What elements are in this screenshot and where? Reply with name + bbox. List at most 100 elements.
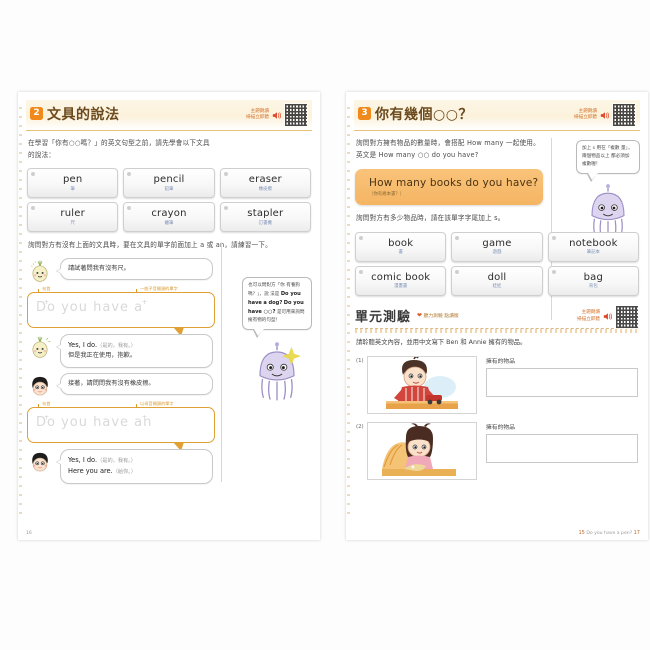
touch-dot-icon [223,206,228,211]
writing-practice-2[interactable]: 句首 以母音開頭的單字 + + Do you have an [27,401,215,451]
section-number-badge: 3 [358,107,371,120]
audio-label: 主題朗讀 掃描立即聽 [574,108,597,120]
left-side-note: 也可以問對方「你 有養狗嗎？」，說 法是 Do you have a dog? … [242,277,312,412]
dialogue-line-gloss: （給你。） [112,469,137,476]
touch-dot-icon [223,172,228,177]
word-card[interactable]: bag 背包 [547,265,639,296]
qr-code-icon[interactable] [612,103,636,127]
word-card-zh: 漫畫書 [394,284,408,290]
word-card[interactable]: pen 筆 [27,168,119,199]
right-section-header: 3 你有幾個○○？ 主題朗讀 掃描立即聽 [354,100,640,131]
qr-code-icon[interactable] [615,304,639,329]
word-card[interactable]: game 遊戲 [451,231,543,262]
unit-test-title: 單元測驗 [355,309,412,325]
onion-character-avatar [27,334,53,360]
word-card-en: pen [62,174,83,186]
dialogue-line: 請試著問我有沒有尺。 [68,264,130,272]
book-spread: 2 文具的說法 主題朗讀 掃描立即聽 在學習「你有○○嗎？」的英文句型之前，請先… [0,0,650,650]
left-section-header: 2 文具的說法 主題朗讀 掃描立即聽 [26,100,312,131]
word-card-en: notebook [569,237,618,249]
word-card[interactable]: notebook 筆記本 [547,231,639,262]
example-sentence-zh: （你有幾本書？） [369,192,405,198]
practice-tag-left: 句首 [37,400,51,408]
note-line-3: 法是 [270,292,280,298]
note-line-1: 也可以問對方「你 [248,283,285,288]
question-answer-area: 擁有的物品 [486,422,638,464]
speaker-icon[interactable] [602,311,613,322]
word-card-zh: 橡皮擦 [258,186,272,192]
touch-dot-icon [127,206,132,211]
unit-test-divider [355,328,639,333]
left-page-margin-ticks [19,102,22,515]
practice-tag-left: 句首 [37,285,51,293]
word-card[interactable]: pencil 鉛筆 [123,168,215,199]
word-card[interactable]: book 書 [355,231,447,262]
unit-audio-group[interactable]: 主題朗讀 掃描立即聽 [577,304,639,329]
speech-bubble: Yes, I do.（是的，我有。） 但是我正在使用，抱歉。 [56,333,213,368]
right-page-footer: 15 Do you have a pen? 17 [579,530,641,536]
touch-dot-icon [31,206,35,211]
possession-word-cards: book 書 game 遊戲 notebook 筆記本 comic book 漫… [355,231,639,296]
word-card[interactable]: eraser 橡皮擦 [219,168,311,199]
word-card[interactable]: crayon 蠟筆 [123,202,215,233]
girl-with-doll-illustration [367,422,477,481]
footer-page-number: 15 [578,530,585,536]
word-card-zh: 蠟筆 [164,220,174,226]
word-card-en: crayon [151,208,187,220]
writing-practice-1[interactable]: 句首 一般子音開頭的單字 + + Do you have a [27,286,215,336]
example-sentence-box[interactable]: How many books do you have? （你有幾本書？） [355,169,543,206]
word-card-zh: 筆 [70,186,75,192]
left-intro-text-2: 詢問對方有沒有上面的文具時，要在文具的單字前面加上 a 或 an，請練習一下。 [28,241,272,250]
example-sentence-en: How many books do you have? [369,177,539,190]
section-number-badge: 2 [30,107,43,120]
right-intro-text-2: 詢問對方有多少物品時，請在該單字字尾加上 s。 [356,214,505,223]
dialogue-block-1: 請試著問我有沒有尺。 [27,257,213,284]
dialogue-line: 接著，請問問我有沒有橡皮擦。 [68,379,155,387]
test-question-row: (2) 擁有的物品 [356,422,638,481]
word-card[interactable]: comic book 漫畫書 [355,265,447,296]
audio-label: 主題朗讀 掃描立即聽 [246,108,269,120]
unit-test-subtitle: ❤ 聽力測驗 點讀版 [417,312,459,319]
audio-group[interactable]: 主題朗讀 掃描立即聽 [246,103,308,127]
practice-tag-right: 以母音開頭的單字 [136,400,174,408]
jellyfish-character [242,340,312,412]
speaker-icon[interactable] [599,110,610,121]
unit-test-header: 單元測驗 ❤ 聽力測驗 點讀版 主題朗讀 掃描立即聽 [355,304,639,329]
touch-dot-icon [551,235,556,240]
answer-input-box[interactable] [486,434,638,464]
word-card-en: game [482,237,512,249]
word-card-en: eraser [248,174,282,186]
left-intro-text: 在學習「你有○○嗎？」的英文句型之前，請先學會以下文具的說法： [28,139,210,159]
dialogue-block-3: Yes, I do.（是的，我有。） Here you are.（給你。） [27,448,213,484]
touch-dot-icon [455,269,460,274]
left-page: 2 文具的說法 主題朗讀 掃描立即聽 在學習「你有○○嗎？」的英文句型之前，請先… [18,92,320,540]
dialogue-line: 但是我正在使用，抱歉。 [68,352,137,360]
audio-group[interactable]: 主題朗讀 掃描立即聽 [574,103,636,127]
word-card-en: stapler [247,208,284,220]
word-card-zh: 鉛筆 [164,186,174,192]
answer-input-box[interactable] [486,368,638,398]
word-card-zh: 背包 [588,284,598,290]
qr-code-icon[interactable] [284,103,308,127]
word-card[interactable]: doll 娃娃 [451,265,543,296]
word-card-en: bag [583,271,604,283]
word-card[interactable]: ruler 尺 [27,202,119,233]
question-number: (1) [356,358,364,365]
touch-dot-icon [359,269,363,274]
note-bubble: 也可以問對方「你 有養狗嗎？」，說 法是 Do you have a dog? … [242,277,312,338]
dialogue-row: 請試著問我有沒有尺。 [27,257,213,284]
word-card-en: ruler [60,208,85,220]
word-card[interactable]: stapler 訂書機 [219,202,311,233]
dialogue-line-en: Yes, I do. [68,455,98,464]
word-card-zh: 娃娃 [492,284,502,290]
unit-test-subtitle-text: 聽力測驗 點讀版 [423,313,459,319]
question-number: (2) [356,424,364,431]
word-card-zh: 尺 [70,220,75,226]
word-card-en: doll [487,271,507,283]
dialogue-row: 接著，請問問我有沒有橡皮擦。 [27,372,213,399]
dialogue-row: Yes, I do.（是的，我有。） 但是我正在使用，抱歉。 [27,333,213,368]
touch-dot-icon [455,235,460,240]
section-title: 你有幾個○○？ [375,107,473,123]
speech-bubble: 請試著問我有沒有尺。 [56,257,213,281]
speaker-icon[interactable] [271,110,282,121]
